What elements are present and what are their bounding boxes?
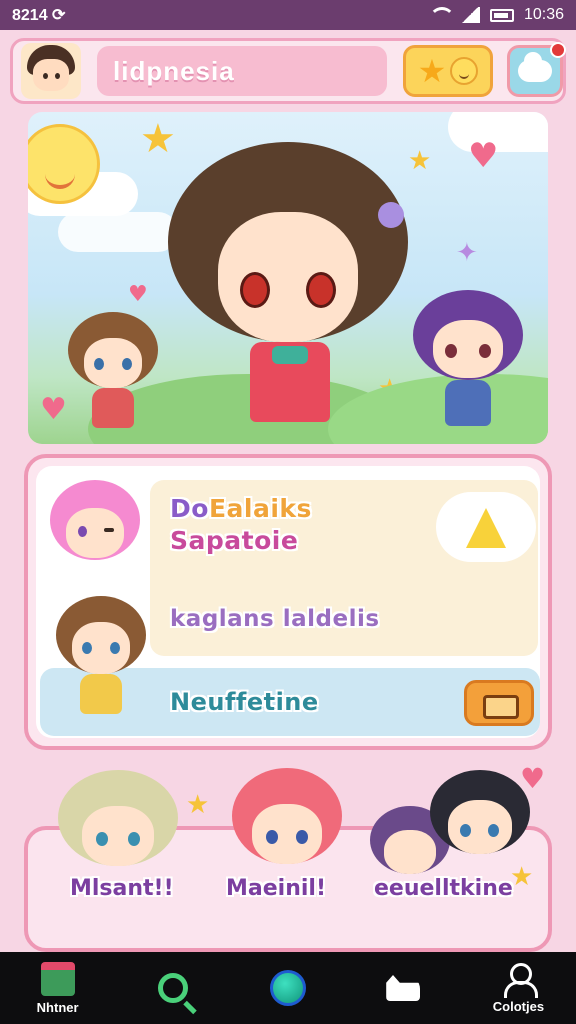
nav-center[interactable] [230,952,345,1024]
menu-item-2[interactable]: Sapatoie [170,526,298,555]
cloud-shape [58,212,178,252]
rewards-button[interactable]: ★ [403,45,493,97]
blonde-character [58,770,178,890]
brown-character [56,596,146,726]
nav-search[interactable] [115,952,230,1024]
heart-icon: ♥ [40,392,67,427]
nav-cat[interactable] [346,952,461,1024]
character-label-2[interactable]: Maeinil! [226,876,326,901]
title-pill[interactable]: lidpnesia [97,46,387,96]
cheese-cloud-icon [436,492,536,562]
ticket-icon[interactable] [464,680,534,726]
bottom-navbar: Nhtner Colotjes [0,952,576,1024]
app-header: lidpnesia ★ [10,38,566,104]
side-character-left [68,312,158,442]
star-icon: ★ [510,862,534,892]
avatar[interactable] [21,43,81,99]
character-label-1[interactable]: Mlsant!! [70,876,174,901]
wifi-icon [428,7,455,23]
chat-button[interactable] [507,42,566,97]
heart-icon: ♥ [128,282,148,307]
heart-icon: ♥ [520,762,546,795]
star-icon: ★ [408,146,432,176]
notification-badge [550,42,566,58]
menu-item-3[interactable]: kaglans laldelis [170,606,380,632]
nav-profile[interactable]: Colotjes [461,952,576,1024]
page-title: lidpnesia [113,55,235,86]
main-character [168,132,408,442]
menu-card: DoEalaiks Sapatoie kaglans laldelis Neuf… [24,454,552,750]
orb-icon [270,970,306,1006]
character-label-3[interactable]: eeuelltkine [374,876,513,901]
menu-item-1[interactable]: DoEalaiks [170,494,312,523]
nav-profile-label: Colotjes [492,998,545,1014]
chat-cloud-icon [518,52,552,82]
cat-icon [386,975,421,1001]
nav-home[interactable]: Nhtner [0,952,115,1024]
star-icon: ★ [186,790,210,820]
user-icon [504,962,539,998]
star-icon: ★ [417,52,447,90]
home-icon [40,961,75,996]
sparkle-icon: ✦ [456,238,478,268]
hero-banner[interactable]: ★ ★ ✦ ★ ♥ ♥ ♥ ★ [28,112,548,444]
pink-character [50,480,140,580]
search-icon [157,973,188,1003]
heart-icon: ♥ [468,136,499,176]
side-character-right [413,290,523,440]
red-haired-character [232,768,342,888]
status-left-text: 8214 ⟳ [12,7,66,24]
menu-item-4[interactable]: Neuffetine [170,688,319,716]
battery-icon [489,8,514,22]
status-bar: 8214 ⟳ 10:36 [0,0,576,30]
nav-home-label: Nhtner [36,999,79,1015]
smiley-icon [450,57,479,85]
status-time: 10:36 [523,6,564,23]
signal-icon [459,7,480,23]
